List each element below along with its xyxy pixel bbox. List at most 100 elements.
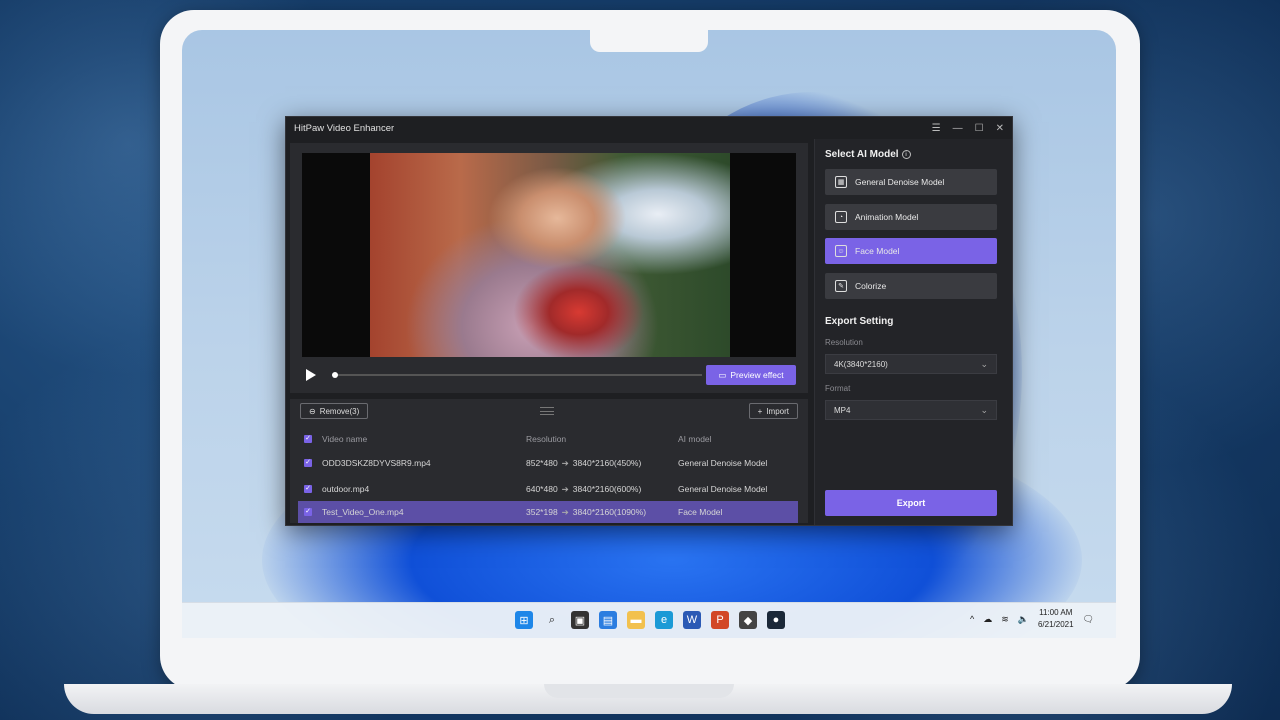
row-res-to: 3840*2160(450%) [572,457,642,468]
close-icon[interactable]: ✕ [996,123,1004,134]
laptop-hinge [544,684,734,698]
model-animation-button[interactable]: ◔ Animation Model [825,204,997,230]
resolution-value: 4K(3840*2160) [834,359,888,369]
export-setting-title: Export Setting [825,316,894,327]
row-name: ODD3DSKZ8DYVS8R9.mp4 [322,458,431,468]
paint-icon: ✎ [835,280,847,292]
row-checkbox[interactable]: ✓ [304,459,312,467]
export-button[interactable]: Export [825,490,997,516]
row-name: Test_Video_One.mp4 [322,507,404,517]
info-icon[interactable]: i [901,149,911,159]
row-checkbox[interactable]: ✓ [304,485,312,493]
wifi-icon[interactable]: ≋ [1001,614,1009,625]
chevron-down-icon: ⌄ [980,404,988,415]
row-model: General Denoise Model [678,458,768,468]
row-res-to: 3840*2160(600%) [572,483,642,494]
row-resolution: 852*480 ➔ 3840*2160(450%) [526,458,641,469]
model-general-denoise-button[interactable]: ▦ General Denoise Model [825,169,997,195]
resolution-label: Resolution [825,338,863,347]
video-player[interactable] [302,153,796,357]
plus-icon: + [757,406,763,416]
model-label: Animation Model [855,212,919,222]
store-icon[interactable]: ◆ [739,611,757,629]
select-ai-model-title: Select AI Model i [825,149,911,160]
row-res-to: 3840*2160(1090%) [572,506,647,517]
remove-label: Remove(3) [319,406,360,416]
taskbar: ⊞ ⌕ ▣ ▤ ▬ e W P ◆ ● ^ ☁ ≋ 🔈 11:00 AM 6/2… [182,602,1116,638]
video-frame [370,153,730,357]
import-button[interactable]: + Import [748,403,798,419]
face-icon: ☺ [835,245,847,257]
model-label: General Denoise Model [855,177,945,187]
edge-icon[interactable]: e [655,611,673,629]
video-list-panel: ⊖ Remove(3) + Import ✓ Video name Resolu… [290,399,808,523]
model-face-button[interactable]: ☺ Face Model [825,238,997,264]
row-res-from: 852*480 [526,457,558,468]
system-tray: ^ ☁ ≋ 🔈 11:00 AM 6/21/2021 🗨 [970,607,1094,631]
row-model: Face Model [678,507,723,517]
col-resolution: Resolution [526,434,567,444]
cloud-icon[interactable]: ☁ [983,614,992,625]
steam-icon[interactable]: ● [767,611,785,629]
select-ai-model-label: Select AI Model [825,149,899,160]
resolution-select[interactable]: 4K(3840*2160) ⌄ [825,354,997,374]
model-label: Colorize [855,281,887,291]
row-name: outdoor.mp4 [322,484,370,494]
film-icon: ▦ [835,176,847,188]
powerpoint-icon[interactable]: P [711,611,729,629]
preview-effect-button[interactable]: ▭ Preview effect [706,365,796,385]
table-header: ✓ Video name Resolution AI model [298,427,798,451]
clock[interactable]: 11:00 AM 6/21/2021 [1038,607,1074,631]
format-value: MP4 [834,405,851,415]
start-icon[interactable]: ⊞ [515,611,533,629]
preview-panel: ▭ Preview effect [290,143,808,393]
row-checkbox[interactable]: ✓ [304,508,312,516]
list-toolbar: ⊖ Remove(3) + Import [290,399,808,423]
row-model: General Denoise Model [678,484,768,494]
remove-button[interactable]: ⊖ Remove(3) [300,403,369,419]
word-icon[interactable]: W [683,611,701,629]
row-resolution: 640*480 ➔ 3840*2160(600%) [526,484,641,495]
row-res-from: 640*480 [526,483,558,494]
table-row[interactable]: ✓ outdoor.mp4 640*480 ➔ 3840*2160(600%) Ge… [298,477,798,501]
chevron-down-icon: ⌄ [980,358,988,369]
progress-knob[interactable] [332,372,338,378]
maximize-icon[interactable]: ☐ [975,123,984,134]
table-row[interactable]: ✓ ODD3DSKZ8DYVS8R9.mp4 852*480 ➔ 3840*2160… [298,451,798,475]
clock-time: 11:00 AM [1039,608,1073,617]
arrow-icon: ➔ [561,483,569,494]
table-row-selected[interactable]: ✓ Test_Video_One.mp4 352*198 ➔ 3840*2160(1… [298,501,798,523]
settings-pane: Select AI Model i ▦ General Denoise Model… [814,139,1012,525]
drag-handle-icon[interactable] [540,407,554,415]
menu-icon[interactable]: ☰ [932,123,941,134]
file-explorer-icon[interactable]: ▬ [627,611,645,629]
import-label: Import [766,406,789,416]
left-pane: ▭ Preview effect ⊖ Remove(3) + Import ✓ [290,143,808,523]
player-controls: ▭ Preview effect [302,363,796,387]
volume-icon[interactable]: 🔈 [1018,614,1029,625]
format-label: Format [825,384,851,393]
clock-date: 6/21/2021 [1037,620,1074,629]
minimize-icon[interactable]: — [953,123,963,134]
format-select[interactable]: MP4 ⌄ [825,400,997,420]
progress-bar[interactable] [332,372,702,378]
select-all-checkbox[interactable]: ✓ [304,435,312,443]
widgets-icon[interactable]: ▤ [599,611,617,629]
arrow-icon: ➔ [561,457,569,468]
camera-icon: ▭ [718,369,727,380]
col-video-name: Video name [322,434,368,444]
camera-notch [590,30,708,52]
window-controls: ☰ — ☐ ✕ [932,123,1004,134]
model-colorize-button[interactable]: ✎ Colorize [825,273,997,299]
chevron-up-icon[interactable]: ^ [970,614,974,624]
arrow-icon: ➔ [561,506,569,517]
play-icon[interactable] [306,369,316,381]
task-view-icon[interactable]: ▣ [571,611,589,629]
minus-circle-icon: ⊖ [309,406,316,416]
taskbar-apps: ⊞ ⌕ ▣ ▤ ▬ e W P ◆ ● [515,611,785,629]
col-ai-model: AI model [678,434,712,444]
search-icon[interactable]: ⌕ [543,611,561,629]
app-title: HitPaw Video Enhancer [294,122,395,134]
row-res-from: 352*198 [526,506,558,517]
notification-icon[interactable]: 🗨 [1083,614,1094,625]
